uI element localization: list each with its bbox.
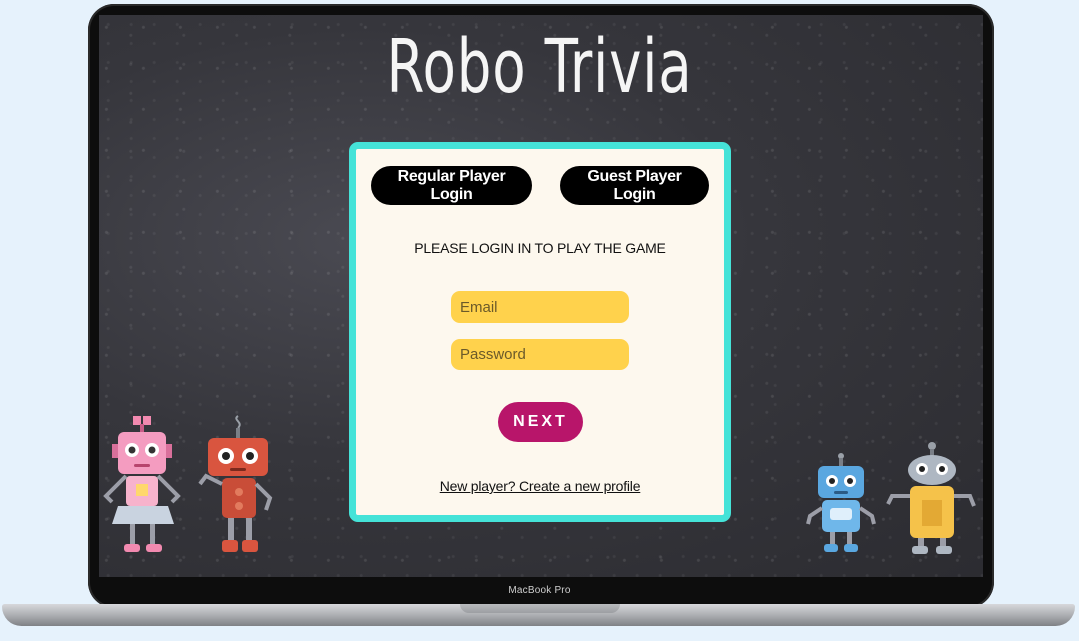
create-profile-link[interactable]: New player? Create a new profile [349,478,731,494]
password-field[interactable] [451,339,629,370]
regular-player-login-button[interactable]: Regular Player Login [371,166,532,205]
login-prompt: PLEASE LOGIN IN TO PLAY THE GAME [414,240,666,256]
laptop-notch [460,604,620,613]
yellow-robot-icon [886,442,976,554]
red-robot-icon [198,415,273,552]
guest-player-login-button[interactable]: Guest Player Login [560,166,709,205]
device-label: MacBook Pro [508,585,571,596]
app-title: Robo Trivia [386,24,693,110]
email-field[interactable] [451,291,629,323]
next-button[interactable]: NEXT [498,402,583,442]
pink-robot-icon [103,416,181,552]
blue-robot-icon [806,453,876,552]
